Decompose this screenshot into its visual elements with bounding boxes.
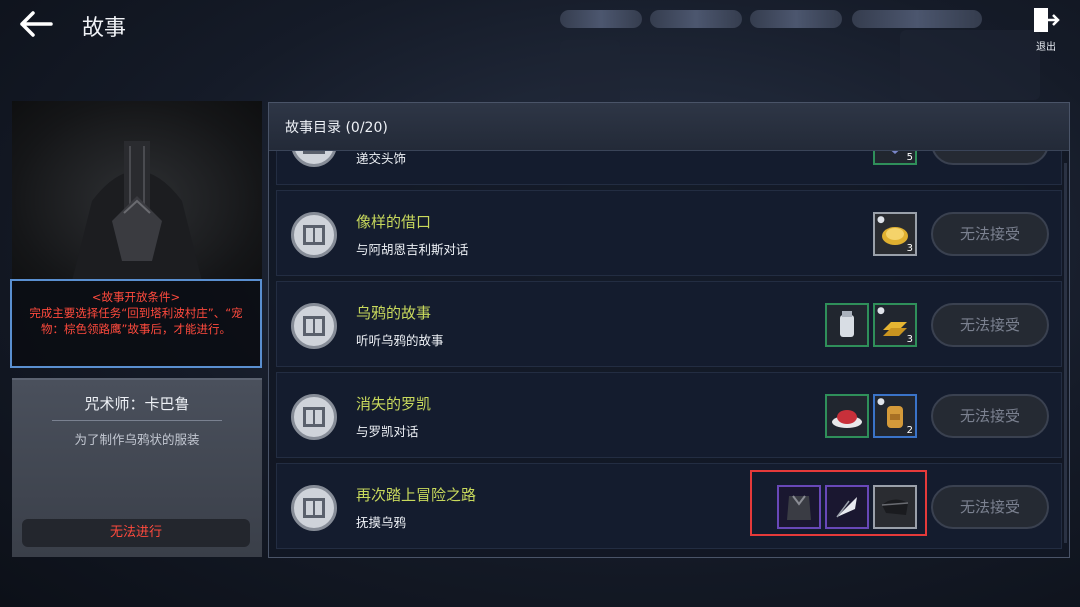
- wardrobe-icon: [291, 394, 337, 440]
- reward-slot[interactable]: ● 3: [873, 303, 917, 347]
- reward-count: 3: [906, 334, 913, 345]
- milk-can-icon: [840, 311, 854, 337]
- quest-subtitle: 听听乌鸦的故事: [356, 333, 444, 348]
- divider: [52, 420, 222, 421]
- quest-title: 再次踏上冒险之路: [356, 486, 477, 504]
- quest-row[interactable]: 乌鸦的故事 听听乌鸦的故事 ● 3 无法接受: [276, 281, 1062, 367]
- quest-subtitle: 抚摸乌鸦: [356, 515, 407, 530]
- reward-slot[interactable]: ● 2: [873, 394, 917, 438]
- accept-button[interactable]: 无法接受: [931, 485, 1049, 529]
- npc-description: 为了制作乌鸦状的服装: [74, 432, 200, 447]
- reward-slot[interactable]: 5: [873, 151, 917, 165]
- reward-count: 5: [906, 152, 913, 163]
- drop-icon: ●: [877, 215, 885, 225]
- quest-title: 乌鸦的故事: [356, 304, 432, 322]
- unlock-condition-box: <故事开放条件> 完成主要选择任务“回到塔利波村庄”、“宠物：棕色领路鹰”故事后…: [10, 279, 262, 368]
- accept-button[interactable]: 无法接受: [931, 151, 1049, 165]
- quest-row[interactable]: 消失的罗凯 与罗凯对话 ● 2 无法接受: [276, 372, 1062, 458]
- currency-display: [750, 10, 842, 28]
- quest-row[interactable]: 像样的借口 与阿胡恩吉利斯对话 ● 3 无法接受: [276, 190, 1062, 276]
- quest-list[interactable]: 递交头饰 5 无法接受 像样的借口 与阿胡恩吉利斯对话 ● 3 无法接受: [276, 151, 1062, 551]
- currency-display: [650, 10, 742, 28]
- accept-button[interactable]: 无法接受: [931, 394, 1049, 438]
- page-title: 故事: [82, 16, 127, 41]
- quest-title: 消失的罗凯: [356, 395, 432, 413]
- drop-icon: ●: [877, 306, 885, 316]
- npc-name: 咒术师：卡巴鲁: [84, 395, 190, 413]
- exit-button[interactable]: 退出: [1030, 6, 1062, 53]
- reward-slot[interactable]: [825, 303, 869, 347]
- quest-subtitle: 与阿胡恩吉利斯对话: [356, 242, 469, 257]
- cannot-proceed-button[interactable]: 无法进行: [22, 519, 250, 547]
- wardrobe-icon: [291, 151, 337, 167]
- accept-button[interactable]: 无法接受: [931, 303, 1049, 347]
- exit-label: 退出: [1036, 42, 1056, 53]
- quest-row[interactable]: 再次踏上冒险之路 抚摸乌鸦 无法接受: [276, 463, 1062, 549]
- quest-row[interactable]: 递交头饰 5 无法接受: [276, 151, 1062, 185]
- wardrobe-icon: [291, 303, 337, 349]
- quest-list-panel: 故事目录 (0/20) 递交头饰 5 无法接受 像样的借口 与阿胡恩吉利斯对话 …: [268, 102, 1070, 558]
- crystal-icon: [891, 151, 899, 154]
- wardrobe-icon: [291, 485, 337, 531]
- quest-title: 像样的借口: [356, 213, 432, 231]
- accept-button[interactable]: 无法接受: [931, 212, 1049, 256]
- drop-icon: ●: [877, 397, 885, 407]
- npc-portrait: [12, 101, 262, 281]
- back-button[interactable]: [16, 6, 56, 42]
- reward-slot[interactable]: [825, 394, 869, 438]
- exit-door-icon: [1034, 8, 1060, 32]
- meat-platter-icon: [832, 410, 862, 428]
- scrollbar[interactable]: [1064, 163, 1067, 543]
- wardrobe-icon: [291, 212, 337, 258]
- npc-panel: <故事开放条件> 完成主要选择任务“回到塔利波村庄”、“宠物：棕色领路鹰”故事后…: [10, 101, 262, 557]
- reward-slot[interactable]: ● 3: [873, 212, 917, 256]
- condition-title: <故事开放条件>: [91, 290, 181, 304]
- reward-highlight-box: [750, 470, 927, 536]
- quest-subtitle: 与罗凯对话: [356, 424, 419, 439]
- condition-text: 完成主要选择任务“回到塔利波村庄”、“宠物：棕色领路鹰”故事后，才能进行。: [29, 306, 243, 336]
- npc-info-card: 咒术师：卡巴鲁 为了制作乌鸦状的服装 无法进行: [12, 378, 262, 557]
- top-bar: 故事 退出: [0, 0, 1080, 53]
- currency-display: [852, 10, 982, 28]
- quest-subtitle: 递交头饰: [356, 151, 407, 166]
- reward-count: 2: [906, 425, 913, 436]
- npc-silhouette-icon: [72, 141, 202, 281]
- reward-count: 3: [906, 243, 913, 254]
- currency-display: [560, 10, 642, 28]
- back-arrow-icon: [20, 11, 53, 37]
- quest-list-header: 故事目录 (0/20): [269, 103, 1069, 151]
